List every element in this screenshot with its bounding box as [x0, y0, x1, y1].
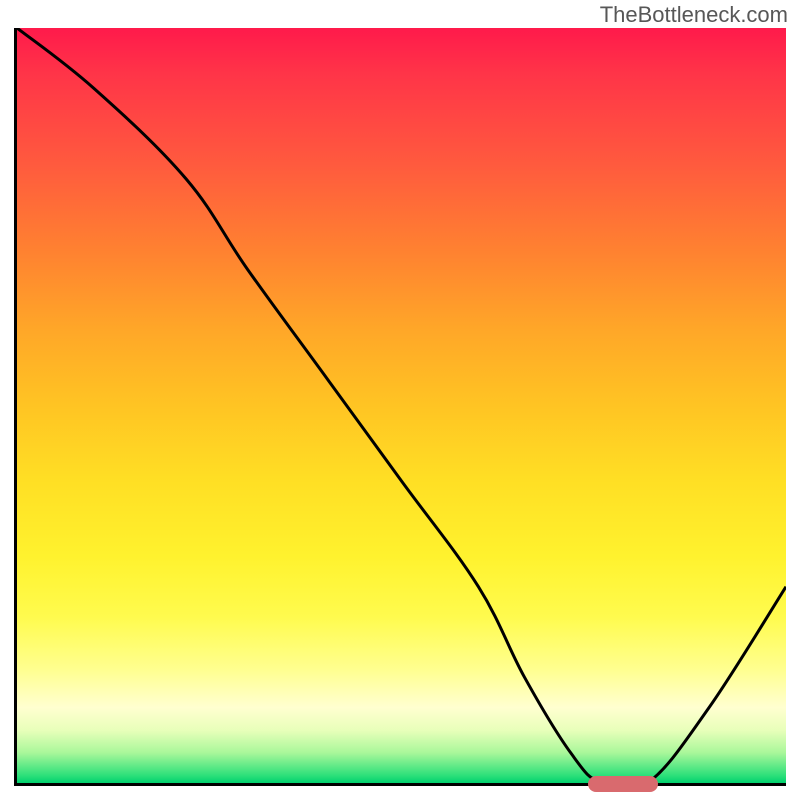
optimal-marker [588, 776, 657, 792]
watermark-text: TheBottleneck.com [600, 2, 788, 28]
bottleneck-curve [17, 28, 786, 783]
plot-area [14, 28, 786, 786]
curve-svg [17, 28, 786, 783]
